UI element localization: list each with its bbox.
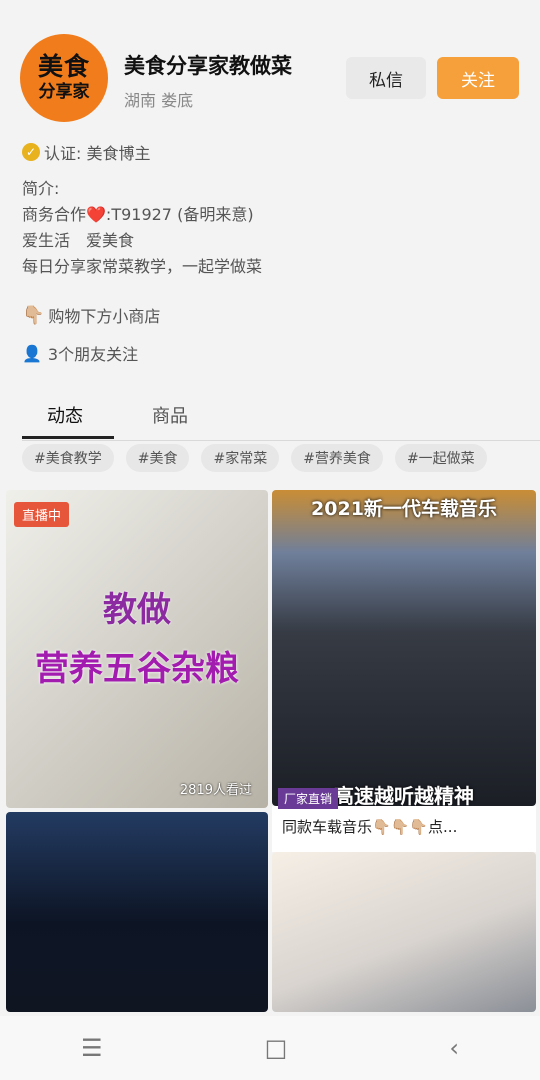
profile-header: 美食 分享家 美食分享家教做菜 湖南 娄底 私信 关注 ✓ 认证: 美食博主 简… [0,0,540,480]
car-music-info[interactable]: 厂家直销 0 同款车载音乐👇🏼👇🏼👇🏼点... [272,788,536,852]
bio: 简介: 商务合作❤️:T91927 (备明来意) 爱生活 爱美食 每日分享家常菜… [22,176,262,280]
user-icon: 👤 [22,343,42,363]
factory-badge: 厂家直销 [278,788,339,809]
cover-title: 教做 营养五谷杂粮 [6,582,268,690]
content-grid: 直播中 教做 营养五谷杂粮 2819人看过 2021新一代车载音乐 高速越听越精… [0,486,540,1016]
tag-item[interactable]: #美食 [125,444,190,472]
live-badge: 直播中 [14,502,70,527]
tag-item[interactable]: #美食教学 [22,444,114,472]
certification: ✓ 认证: 美食博主 [22,140,150,164]
video-card-night-drive[interactable] [6,812,268,1012]
back-icon[interactable]: ‹ [449,1034,459,1062]
cover-headline: 2021新一代车载音乐 [311,498,497,520]
tag-item[interactable]: #营养美食 [291,444,383,472]
card-caption: 同款车载音乐👇🏼👇🏼👇🏼点... [282,818,458,836]
cover-title-top: 教做 [103,590,171,630]
friends-following[interactable]: 👤 3个朋友关注 [22,341,138,365]
tag-item[interactable]: #一起做菜 [394,444,487,472]
follow-button[interactable]: 关注 [437,57,519,99]
profile-location: 湖南 娄底 [124,91,194,110]
shop-link[interactable]: 👇🏼 购物下方小商店 [22,303,160,327]
avatar-line2: 分享家 [38,82,90,102]
tab-divider [22,440,540,441]
video-card-car-music[interactable]: 2021新一代车载音乐 高速越听越精神 [272,490,536,806]
pointing-hand-icon: 👇🏼 [22,304,45,326]
avatar-line1: 美食 [37,52,90,81]
verified-icon: ✓ [22,143,40,161]
friends-text: 3个朋友关注 [47,345,139,364]
profile-name: 美食分享家教做菜 [124,54,292,78]
like-count: 0 [518,808,526,822]
certification-text: 认证: 美食博主 [44,144,151,163]
message-button[interactable]: 私信 [346,57,426,99]
bio-title: 简介: [22,179,60,198]
menu-icon[interactable]: ☰ [81,1034,103,1062]
tab-underline [22,436,114,439]
bio-line2: 爱生活 爱美食 [22,231,135,250]
profile-page: 美食 分享家 美食分享家教做菜 湖南 娄底 私信 关注 ✓ 认证: 美食博主 简… [0,0,540,1080]
avatar[interactable]: 美食 分享家 [20,34,108,122]
tag-row: #美食教学 #美食 #家常菜 #营养美食 #一起做菜 [22,444,487,472]
video-card-grains[interactable]: 直播中 教做 营养五谷杂粮 2819人看过 [6,490,268,808]
cover-title-bottom: 营养五谷杂粮 [35,649,239,689]
video-card-person[interactable] [272,852,536,1012]
tab-products[interactable]: 商品 [152,402,188,428]
shop-text: 购物下方小商店 [48,307,161,326]
bio-line3: 每日分享家常菜教学，一起学做菜 [22,257,263,276]
home-icon[interactable]: □ [265,1034,288,1062]
tag-item[interactable]: #家常菜 [201,444,280,472]
system-nav: ☰ □ ‹ [0,1016,540,1080]
tab-posts[interactable]: 动态 [47,402,83,428]
profile-tabs: 动态 商品 [0,402,540,441]
view-count: 2819人看过 [179,783,252,798]
bio-line1: 商务合作❤️:T91927 (备明来意) [22,205,254,224]
